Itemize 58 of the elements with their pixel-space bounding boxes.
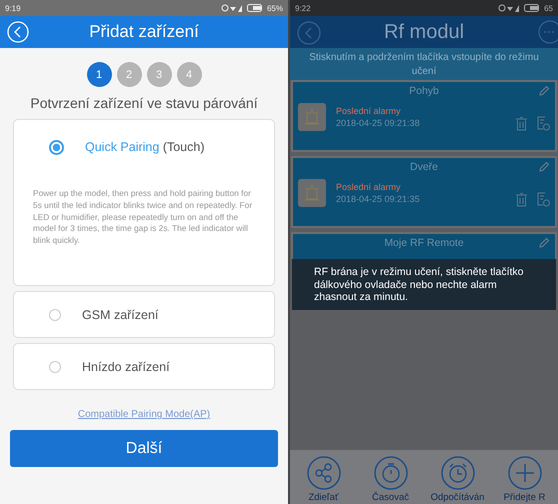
battery-level: 65 xyxy=(544,4,553,12)
stopwatch-icon[interactable] xyxy=(374,456,408,490)
alarm-clock-icon[interactable] xyxy=(440,456,474,490)
option-card[interactable]: Hnízdo zařízení xyxy=(13,343,275,390)
step-indicator: 2 xyxy=(116,62,142,87)
step-indicator: 4 xyxy=(176,62,202,87)
trash-icon[interactable] xyxy=(516,117,527,131)
step-indicator: 1 xyxy=(86,62,112,87)
pairing-mode-link[interactable]: Compatible Pairing Mode(AP) xyxy=(78,409,210,420)
pencil-icon[interactable] xyxy=(538,161,550,173)
device-status: Poslední alarmy xyxy=(336,182,402,192)
device-card[interactable]: Dveře Poslední alarmy 2018-04-25 09:21:35 xyxy=(291,156,557,228)
option-card[interactable]: GSM zařízení xyxy=(13,291,275,338)
option-description: Power up the model, then press and hold pairing button for 5s until the led indicator blinks twice and on repeatedly. For LED or humidifier, please repeatedly turn on and off the model for 3 times, the time gap is 2s. The led indicator will blink quickly. xyxy=(33,188,254,247)
toolbar-label: Časovač xyxy=(372,492,409,503)
device-name: Moje RF Remote xyxy=(384,237,464,249)
alarm-light-icon xyxy=(298,103,326,131)
device-name: Pohyb xyxy=(409,85,439,97)
device-time: 2018-04-25 09:21:38 xyxy=(336,118,421,128)
signal-icon xyxy=(498,4,520,12)
status-time: 9:22 xyxy=(295,4,311,12)
step-indicator: 3 xyxy=(146,62,172,87)
status-time: 9:19 xyxy=(5,4,21,12)
alarm-light-icon xyxy=(298,179,326,207)
option-label: Quick Pairing (Touch) xyxy=(85,140,204,154)
next-button[interactable]: Další xyxy=(10,430,278,467)
battery-icon xyxy=(246,4,263,12)
device-time: 2018-04-25 09:21:35 xyxy=(336,194,421,204)
screen-title: Přidat zařízení xyxy=(89,22,199,42)
log-icon[interactable] xyxy=(537,192,550,207)
toolbar-label: Přidejte R xyxy=(504,492,546,503)
toolbar-label: Odpočítáván xyxy=(430,492,484,503)
device-name: Dveře xyxy=(410,161,438,173)
back-icon[interactable] xyxy=(297,21,321,45)
battery-icon xyxy=(524,4,540,12)
option-card[interactable] xyxy=(13,119,275,286)
option-label: Hnízdo zařízení xyxy=(82,360,170,374)
share-icon[interactable] xyxy=(306,456,340,490)
device-card[interactable]: Moje RF Remote xyxy=(291,232,557,259)
trash-icon[interactable] xyxy=(516,193,527,207)
more-icon[interactable] xyxy=(536,20,558,44)
signal-icon xyxy=(220,4,243,12)
pencil-icon[interactable] xyxy=(538,85,550,97)
radio-button[interactable] xyxy=(49,140,64,154)
pencil-icon[interactable] xyxy=(538,237,550,249)
section-heading: Potvrzení zařízení ve stavu párování xyxy=(30,95,258,111)
toolbar-label: Zdieľať xyxy=(308,492,339,503)
option-label: GSM zařízení xyxy=(82,308,158,322)
device-card[interactable]: Pohyb Poslední alarmy 2018-04-25 09:21:38 xyxy=(291,80,557,152)
toast-message: RF brána je v režimu učení, stiskněte tlačítko dálkového ovladače nebo nechte alarm zhasnout za minutu. xyxy=(292,259,556,310)
radio-button[interactable] xyxy=(49,308,61,320)
screen-title: Rf modul xyxy=(384,20,464,44)
device-status: Poslední alarmy xyxy=(336,106,402,116)
hint-banner: Stisknutím a podržením tlačítka vstoupíte do režimu učení xyxy=(290,48,558,80)
radio-button[interactable] xyxy=(49,360,61,372)
log-icon[interactable] xyxy=(537,116,550,131)
add-icon[interactable] xyxy=(508,456,542,490)
battery-level: 65% xyxy=(266,4,283,12)
